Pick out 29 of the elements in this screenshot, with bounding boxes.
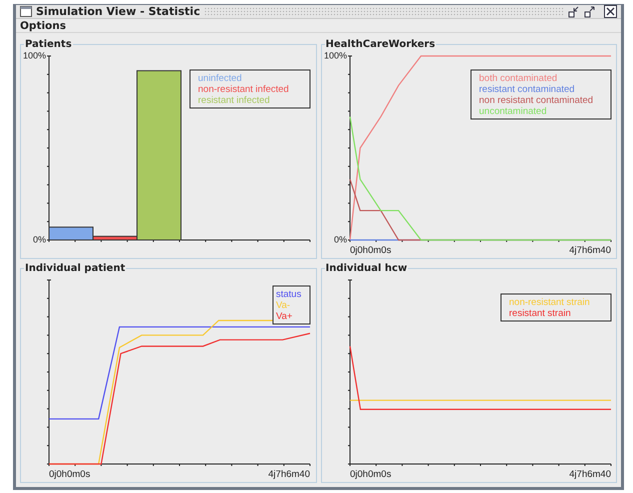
legend-label: both contaminated — [478, 73, 557, 84]
y-tick-label: 100% — [323, 50, 346, 60]
legend-label: Va+ — [276, 311, 292, 322]
legend-label: status — [276, 289, 302, 300]
legend-label: resistant contaminated — [478, 84, 574, 95]
legend-label: non-resistant strain — [508, 297, 590, 308]
legend-label: non-resistant infected — [198, 84, 289, 95]
window-icon — [20, 6, 32, 18]
x-tick-label: 4j7h6m40 — [568, 245, 610, 256]
legend-label: resistant strain — [508, 308, 570, 319]
close-icon[interactable] — [604, 5, 617, 18]
window-title: Simulation View - Statistic — [36, 5, 200, 18]
legend-label: Va- — [276, 300, 290, 311]
legend-label: non resistant contaminated — [478, 95, 593, 106]
maximize-icon[interactable] — [584, 6, 596, 18]
x-tick-label: 4j7h6m40 — [268, 469, 310, 480]
legend-label: resistant infected — [198, 95, 270, 106]
legend-box — [272, 286, 310, 324]
y-tick-label: 0% — [32, 234, 46, 244]
x-tick-label: 4j7h6m40 — [568, 469, 610, 480]
x-tick-label: 0j0h0m0s — [350, 469, 391, 480]
minimize-icon[interactable] — [568, 6, 580, 18]
x-tick-label: 0j0h0m0s — [350, 245, 391, 256]
y-tick-label: 100% — [22, 50, 46, 60]
legend-label: uncontaminated — [478, 106, 546, 117]
legend-label: uninfected — [198, 73, 242, 84]
y-tick-label: 0% — [333, 234, 346, 244]
x-tick-label: 0j0h0m0s — [49, 469, 90, 480]
menu-item[interactable]: Options — [20, 20, 66, 32]
